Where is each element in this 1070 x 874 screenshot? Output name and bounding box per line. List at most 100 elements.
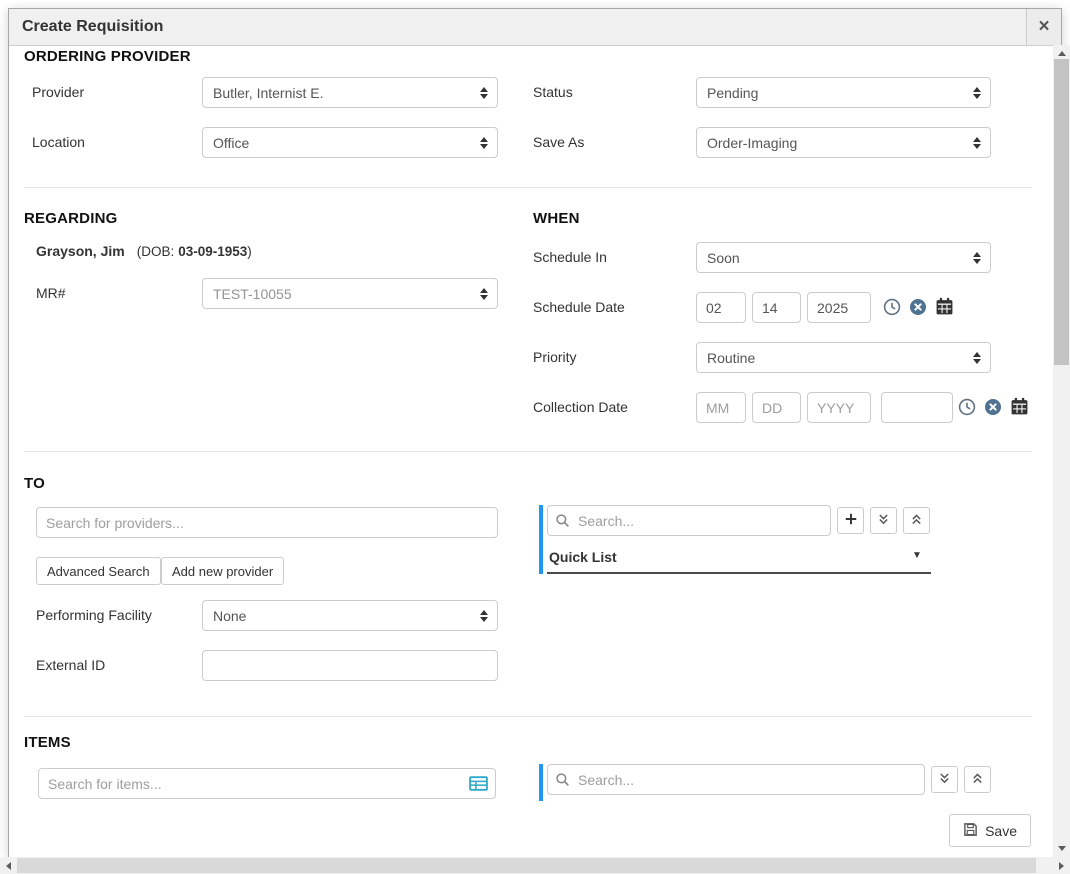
quick-list-accent-bar [539, 505, 543, 574]
select-arrows-icon [973, 137, 981, 149]
mr-number-select-value: TEST-10055 [213, 286, 292, 302]
scroll-left-button[interactable] [0, 857, 17, 874]
save-as-label: Save As [533, 134, 584, 150]
performing-facility-select[interactable]: None [202, 600, 498, 631]
schedule-in-label: Schedule In [533, 249, 607, 265]
items-heading: ITEMS [24, 734, 71, 751]
modal-footer: Save [9, 801, 1061, 857]
items-collapse-all-button[interactable] [964, 766, 991, 793]
section-divider [24, 716, 1032, 717]
collection-date-clear-icon[interactable] [984, 398, 1002, 416]
collection-date-day-input[interactable] [752, 392, 801, 423]
location-select-value: Office [213, 135, 249, 151]
quick-list-underline [547, 572, 931, 574]
mr-label: MR# [36, 285, 66, 301]
mr-number-select[interactable]: TEST-10055 [202, 278, 498, 309]
close-button[interactable]: × [1026, 9, 1061, 45]
provider-select[interactable]: Butler, Internist E. [202, 77, 498, 108]
scroll-down-button[interactable] [1053, 840, 1070, 857]
collection-date-calendar-icon[interactable] [1010, 397, 1029, 416]
external-id-input[interactable] [202, 650, 498, 681]
priority-label: Priority [533, 349, 577, 365]
triangle-down-icon [1058, 846, 1066, 851]
select-arrows-icon [480, 87, 488, 99]
schedule-date-label: Schedule Date [533, 299, 625, 315]
patient-dob: (DOB:03-09-1953) [137, 244, 252, 259]
add-new-provider-button[interactable]: Add new provider [161, 557, 284, 585]
modal-scroll-content: ORDERING PROVIDER Provider Butler, Inter… [9, 46, 1061, 801]
schedule-date-month-input[interactable] [696, 292, 746, 323]
horizontal-scrollbar-thumb[interactable] [17, 858, 1036, 873]
plus-icon [844, 512, 858, 529]
schedule-date-clear-icon[interactable] [909, 298, 927, 316]
add-to-quick-list-button[interactable] [837, 507, 864, 534]
when-heading: WHEN [533, 210, 580, 227]
modal-title: Create Requisition [9, 18, 163, 36]
triangle-up-icon [1058, 51, 1066, 56]
provider-quick-search-input[interactable] [547, 505, 831, 536]
create-requisition-modal: Create Requisition × ORDERING PROVIDER P… [8, 8, 1062, 858]
patient-name: Grayson, Jim [36, 243, 125, 259]
schedule-date-year-input[interactable] [807, 292, 871, 323]
collection-date-year-input[interactable] [807, 392, 871, 423]
save-as-select-value: Order-Imaging [707, 135, 797, 151]
schedule-date-day-input[interactable] [752, 292, 801, 323]
double-chevron-down-icon [938, 772, 951, 788]
expand-all-button[interactable] [870, 507, 897, 534]
item-list-icon[interactable] [469, 775, 488, 792]
schedule-date-calendar-icon[interactable] [935, 297, 954, 316]
save-as-select[interactable]: Order-Imaging [696, 127, 991, 158]
items-expand-all-button[interactable] [931, 766, 958, 793]
location-select[interactable]: Office [202, 127, 498, 158]
caret-down-icon[interactable]: ▼ [912, 550, 922, 561]
select-arrows-icon [480, 610, 488, 622]
schedule-date-time-icon[interactable] [883, 298, 901, 316]
external-id-label: External ID [36, 657, 105, 673]
save-button[interactable]: Save [949, 814, 1031, 847]
close-icon: × [1038, 16, 1049, 37]
triangle-right-icon [1059, 862, 1064, 870]
items-accent-bar [539, 764, 543, 801]
select-arrows-icon [973, 252, 981, 264]
status-select[interactable]: Pending [696, 77, 991, 108]
search-icon [555, 772, 570, 787]
provider-select-value: Butler, Internist E. [213, 85, 324, 101]
items-quick-search-input[interactable] [547, 764, 925, 795]
vertical-scrollbar-thumb[interactable] [1054, 59, 1069, 365]
priority-select-value: Routine [707, 350, 755, 366]
provider-search-input[interactable] [36, 507, 498, 538]
schedule-in-select-value: Soon [707, 250, 740, 266]
select-arrows-icon [973, 352, 981, 364]
advanced-search-button[interactable]: Advanced Search [36, 557, 161, 585]
select-arrows-icon [480, 288, 488, 300]
horizontal-scrollbar[interactable] [0, 857, 1070, 874]
status-label: Status [533, 84, 573, 100]
collection-time-input[interactable] [881, 392, 953, 423]
schedule-in-select[interactable]: Soon [696, 242, 991, 273]
double-chevron-down-icon [877, 513, 890, 529]
to-heading: TO [24, 475, 45, 492]
item-search-input[interactable] [38, 768, 496, 799]
modal-header: Create Requisition × [9, 9, 1061, 46]
collapse-all-button[interactable] [903, 507, 930, 534]
collection-date-month-input[interactable] [696, 392, 746, 423]
triangle-left-icon [6, 862, 11, 870]
performing-facility-select-value: None [213, 608, 246, 624]
performing-facility-label: Performing Facility [36, 607, 152, 623]
select-arrows-icon [480, 137, 488, 149]
quick-list-label: Quick List [549, 549, 617, 565]
vertical-scrollbar[interactable] [1053, 45, 1070, 857]
priority-select[interactable]: Routine [696, 342, 991, 373]
double-chevron-up-icon [971, 772, 984, 788]
search-icon [555, 513, 570, 528]
select-arrows-icon [973, 87, 981, 99]
regarding-heading: REGARDING [24, 210, 117, 227]
save-icon [963, 822, 978, 840]
modal-body: ORDERING PROVIDER Provider Butler, Inter… [9, 46, 1061, 857]
location-label: Location [32, 134, 85, 150]
collection-date-time-icon[interactable] [958, 398, 976, 416]
patient-info-line: Grayson, Jim (DOB:03-09-1953) [36, 243, 252, 259]
scroll-right-button[interactable] [1053, 857, 1070, 874]
section-divider [24, 451, 1032, 452]
provider-label: Provider [32, 84, 84, 100]
